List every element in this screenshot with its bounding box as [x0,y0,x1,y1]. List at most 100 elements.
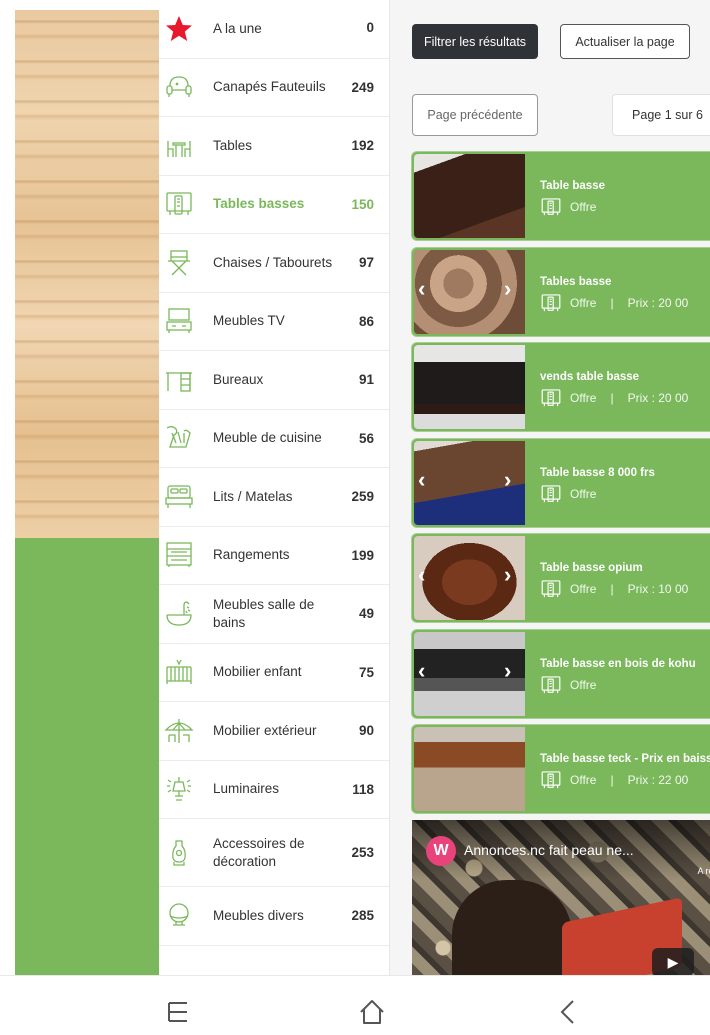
category-count: 253 [351,845,374,860]
recent-apps-icon[interactable] [158,994,198,1030]
listing-price: Prix : 10 00 [627,582,689,596]
carousel-next-icon[interactable]: › [504,277,511,300]
category-label: Chaises / Tabourets [213,254,333,270]
category-count: 91 [358,372,374,388]
offer-icon [540,578,562,600]
listing-title[interactable]: Table basse teck - Prix en baiss [540,753,710,765]
category-item[interactable]: Lits / Matelas 259 [159,468,389,527]
bed-icon [161,479,197,515]
category-item[interactable]: Meubles divers 285 [159,887,389,946]
category-count: 285 [351,908,374,924]
listing-thumbnail[interactable] [414,154,525,238]
listing-card[interactable]: ‹ › Table basse opium Offre | Prix : 10 00 [412,534,710,622]
listing-title[interactable]: Tables basse [540,276,611,288]
listing-thumbnail[interactable] [414,345,525,429]
offer-icon [540,387,562,409]
listing-card[interactable]: Table basse Offre [412,152,710,240]
listing-title[interactable]: Table basse opium [540,562,643,574]
listing-title[interactable]: Table basse en bois de kohu [540,658,696,670]
category-item[interactable]: Canapés Fauteuils 249 [159,59,389,117]
separator: | [610,773,614,787]
carousel-prev-icon[interactable]: ‹ [418,564,425,586]
page-indicator[interactable]: Page 1 sur 6 [612,94,710,136]
listing-type: Offre [570,486,597,501]
listing-meta: Offre | Prix : 20 00 [540,387,688,409]
kitchen-icon [161,420,197,456]
parasol-icon [161,713,197,749]
offer-icon [540,674,562,696]
crib-icon [161,654,197,690]
category-item[interactable]: Bureaux 91 [159,351,389,410]
listing-card[interactable]: Table basse teck - Prix en baiss Offre | Pr… [412,725,710,813]
table-icon [161,128,197,164]
star-icon [161,11,197,47]
category-label: Meubles salle de bains [213,596,315,630]
listing-title[interactable]: vends table basse [540,371,639,383]
tv-stand-icon [161,303,197,339]
back-icon[interactable] [548,994,588,1030]
wood-texture-panel [15,10,159,538]
listing-card[interactable]: ‹ › Tables basse Offre | Prix : 20 00 [412,247,710,336]
category-item[interactable]: Tables 192 [159,117,389,176]
video-corner-text: A rec [697,866,710,876]
category-item[interactable]: Meuble de cuisine 56 [159,410,389,468]
carousel-prev-icon[interactable]: ‹ [418,468,425,491]
video-title[interactable]: Annonces.nc fait peau ne... [464,842,634,858]
listing-meta: Offre [540,483,596,505]
listing-type: Offre [570,677,597,692]
category-item[interactable]: A la une 0 [159,0,389,59]
bathtub-icon [161,596,197,632]
category-item[interactable]: Meubles TV 86 [159,293,389,351]
carousel-next-icon[interactable]: › [504,659,511,682]
play-icon[interactable]: ▶ [652,948,694,975]
listing-meta: Offre | Prix : 10 00 [540,578,688,600]
listing-title[interactable]: Table basse [540,180,605,192]
listing-meta: Offre | Prix : 22 00 [540,769,688,791]
category-count: 0 [366,20,374,35]
category-item[interactable]: Rangements 199 [159,527,389,585]
category-count: 150 [351,196,374,212]
chair-icon [161,245,197,281]
filter-results-button[interactable]: Filtrer les résultats [412,24,538,59]
lamp-icon [161,771,197,807]
category-item[interactable]: Mobilier extérieur 90 [159,702,389,761]
category-label: Canapés Fauteuils [213,79,326,95]
category-item[interactable]: Chaises / Tabourets 97 [159,234,389,293]
listing-meta: Offre [540,196,596,218]
listing-card[interactable]: vends table basse Offre | Prix : 20 00 [412,343,710,431]
home-icon[interactable] [352,994,392,1030]
listing-thumbnail[interactable] [414,727,525,811]
carousel-next-icon[interactable]: › [504,564,511,586]
listing-card[interactable]: ‹ › Table basse 8 000 frs Offre [412,438,710,527]
vase-icon [161,835,197,871]
video-card[interactable]: W Annonces.nc fait peau ne... A rec ▶ [412,820,710,975]
listing-title[interactable]: Table basse 8 000 frs [540,467,655,479]
category-label: Meubles divers [213,907,304,923]
category-label: Tables basses [213,196,305,212]
refresh-page-button[interactable]: Actualiser la page [560,24,690,59]
category-item[interactable]: Mobilier enfant 75 [159,644,389,702]
previous-page-button[interactable]: Page précédente [412,94,538,136]
category-item[interactable]: Accessoires de décoration 253 [159,819,389,887]
category-item[interactable]: Tables basses 150 [159,176,389,234]
listing-card[interactable]: ‹ › Table basse en bois de kohu Offre [412,629,710,718]
coffee-table-icon [161,186,197,222]
listing-type: Offre [570,295,597,310]
category-count: 90 [358,723,374,739]
offer-icon [540,769,562,791]
category-count: 75 [358,664,374,680]
results-panel: Filtrer les résultats Actualiser la page… [390,0,710,975]
carousel-prev-icon[interactable]: ‹ [418,277,425,300]
listing-price: Prix : 22 00 [627,773,689,787]
category-item[interactable]: Meubles salle de bains 49 [159,585,389,644]
channel-logo[interactable]: W [426,836,456,866]
offer-icon [540,292,562,314]
green-side-panel [15,538,159,975]
carousel-next-icon[interactable]: › [504,468,511,491]
category-count: 86 [358,313,374,329]
category-label: Mobilier enfant [213,664,302,680]
carousel-prev-icon[interactable]: ‹ [418,659,425,682]
category-item[interactable]: Luminaires 118 [159,761,389,819]
category-label: Bureaux [213,371,264,387]
category-label: Lits / Matelas [213,488,293,504]
